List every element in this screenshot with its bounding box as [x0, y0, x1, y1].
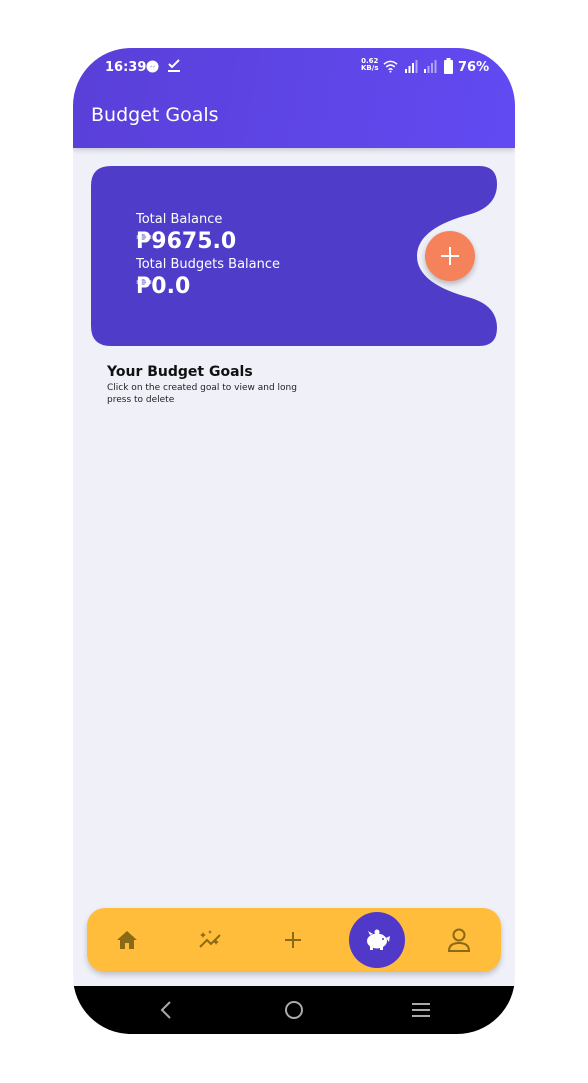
- plus-icon: [441, 247, 459, 265]
- profile-icon: [447, 928, 471, 952]
- nav-add[interactable]: [263, 908, 323, 972]
- signal-icon: [405, 60, 418, 73]
- wifi-icon: [383, 60, 398, 73]
- home-circle-icon[interactable]: [282, 998, 306, 1022]
- back-icon[interactable]: [155, 998, 179, 1022]
- task-check-icon: [168, 59, 180, 72]
- battery-icon: [444, 58, 453, 74]
- recents-menu-icon[interactable]: [409, 998, 433, 1022]
- battery-percent: 76%: [458, 60, 490, 75]
- nav-profile[interactable]: [429, 908, 489, 972]
- system-nav-bar: [73, 986, 515, 1034]
- status-time: 16:39: [105, 60, 147, 75]
- bottom-nav: [87, 908, 501, 972]
- goals-section-title: Your Budget Goals: [107, 364, 253, 380]
- goals-section-subtitle: Click on the created goal to view and lo…: [107, 383, 297, 405]
- balance-card: Total Balance ₱9675.0 Total Budgets Bala…: [91, 166, 497, 346]
- plus-icon: [285, 932, 301, 948]
- status-bar: 16:39 0.62 KB/s 76%: [73, 48, 515, 86]
- phone-screen: 16:39 0.62 KB/s 76% Budget Goals Total B…: [73, 48, 515, 1034]
- piggy-bank-icon: [367, 929, 390, 950]
- add-goal-button[interactable]: [425, 231, 475, 281]
- total-balance-label: Total Balance: [136, 212, 223, 227]
- app-bar: 16:39 0.62 KB/s 76% Budget Goals: [73, 48, 515, 148]
- signal-icon: [424, 60, 437, 73]
- budgets-balance-label: Total Budgets Balance: [136, 257, 281, 272]
- nav-stats[interactable]: [181, 908, 241, 972]
- messenger-icon: [146, 60, 159, 73]
- network-speed: 0.62 KB/s: [361, 57, 379, 72]
- budgets-balance-value: ₱0.0: [136, 274, 191, 299]
- nav-home[interactable]: [97, 908, 157, 972]
- nav-goals[interactable]: [349, 912, 405, 968]
- stats-sparkle-icon: [199, 930, 221, 948]
- page-title: Budget Goals: [91, 104, 219, 126]
- total-balance-value: ₱9675.0: [136, 229, 237, 254]
- home-icon: [117, 931, 137, 949]
